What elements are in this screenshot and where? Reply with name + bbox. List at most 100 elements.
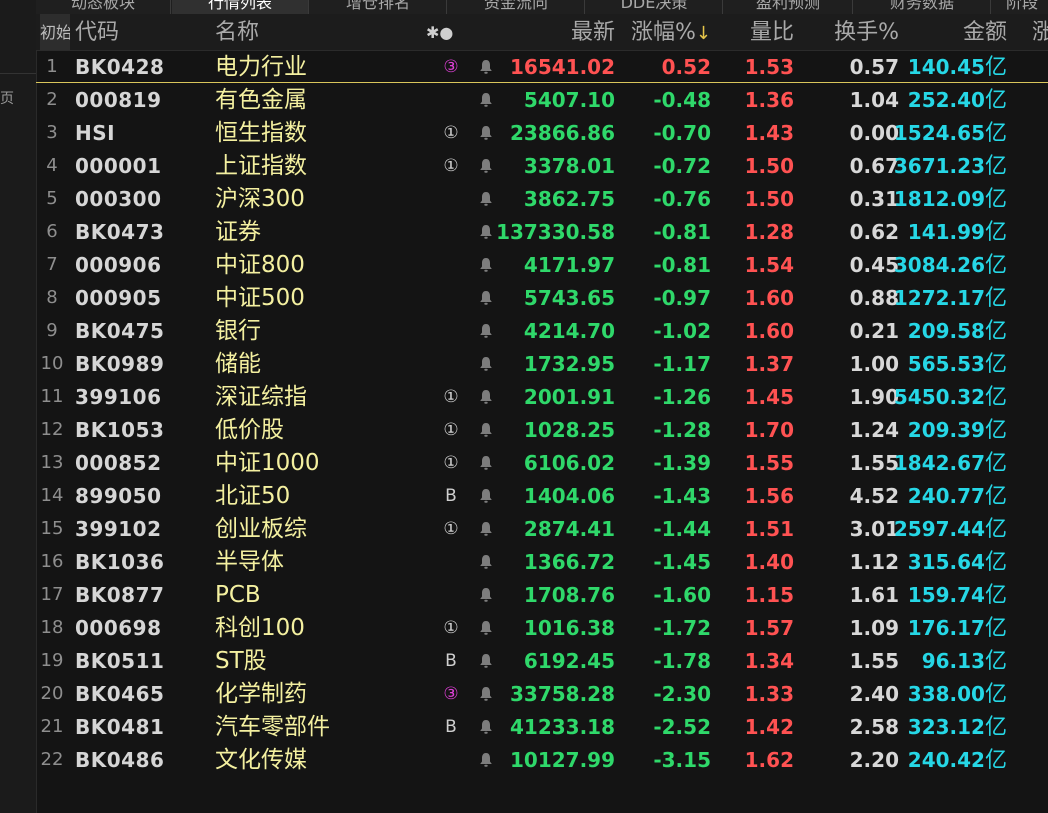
row-turnover: 2.20 [849,748,899,772]
table-row[interactable]: 14 899050 北证50 B 1404.06 -1.43 1.56 4.52… [36,479,1048,512]
header-change-label: 涨幅% [631,20,696,45]
header-amount[interactable]: 金额 [963,14,1007,50]
row-change: -1.28 [653,418,711,442]
row-turnover: 1.12 [849,550,899,574]
row-index: 2 [46,89,58,110]
row-turnover: 1.00 [849,352,899,376]
bell-icon[interactable] [474,182,498,215]
table-row[interactable]: 16 BK1036 半导体 1366.72 -1.45 1.40 1.12 31… [36,545,1048,578]
bell-icon[interactable] [474,446,498,479]
row-name: 银行 [215,318,261,344]
header-price[interactable]: 最新 [571,14,615,50]
bell-icon[interactable] [474,83,498,116]
header-volume-ratio[interactable]: 量比 [750,14,794,50]
row-volume-ratio: 1.45 [744,385,794,409]
bell-icon[interactable] [474,677,498,710]
row-change: -1.39 [653,451,711,475]
bell-icon[interactable] [474,479,498,512]
table-row[interactable]: 1 BK0428 电力行业 ③ 16541.02 0.52 1.53 0.57 … [36,50,1048,83]
row-price: 41233.18 [509,715,615,739]
table-row[interactable]: 3 HSI 恒生指数 ① 23866.86 -0.70 1.43 0.00 15… [36,116,1048,149]
table-row[interactable]: 9 BK0475 银行 4214.70 -1.02 1.60 0.21 209.… [36,314,1048,347]
header-extra[interactable]: 涨 [1032,14,1048,50]
row-index: 19 [40,650,64,671]
tab-position-rank[interactable]: 增仓排名 [310,0,447,14]
bell-icon[interactable] [474,512,498,545]
tab-dynamic-sectors[interactable]: 动态板块 [36,0,171,14]
tab-fund-flow[interactable]: 资金流向 [448,0,585,14]
table-row[interactable]: 8 000905 中证500 5743.65 -0.97 1.60 0.88 1… [36,281,1048,314]
row-amount-value: 1524.65 [893,121,985,145]
bell-icon[interactable] [474,149,498,182]
sidebar-label[interactable]: 页 [0,88,14,108]
bell-icon[interactable] [474,314,498,347]
bell-icon[interactable] [474,578,498,611]
bell-icon[interactable] [474,380,498,413]
row-amount: 565.53亿 [908,347,1007,380]
table-row[interactable]: 5 000300 沪深300 3862.75 -0.76 1.50 0.31 1… [36,182,1048,215]
table-row[interactable]: 19 BK0511 ST股 B 6192.45 -1.78 1.34 1.55 … [36,644,1048,677]
table-row[interactable]: 17 BK0877 PCB 1708.76 -1.60 1.15 1.61 15… [36,578,1048,611]
row-flag: B [445,486,457,506]
bell-icon[interactable] [474,743,498,776]
row-amount-unit: 亿 [984,286,1007,311]
table-row[interactable]: 11 399106 深证综指 ① 2001.91 -1.26 1.45 1.90… [36,380,1048,413]
row-code: BK0428 [75,55,165,79]
table-row[interactable]: 20 BK0465 化学制药 ③ 33758.28 -2.30 1.33 2.4… [36,677,1048,710]
table-row[interactable]: 7 000906 中证800 4171.97 -0.81 1.54 0.45 3… [36,248,1048,281]
bell-icon[interactable] [474,116,498,149]
row-amount: 159.74亿 [908,578,1007,611]
row-index: 10 [40,353,64,374]
row-price: 2874.41 [523,517,615,541]
tab-quote-list[interactable]: 行情列表 [172,0,309,14]
bell-icon[interactable] [474,248,498,281]
bell-icon[interactable] [474,347,498,380]
table-row[interactable]: 22 BK0486 文化传媒 10127.99 -3.15 1.62 2.20 … [36,743,1048,776]
header-turnover[interactable]: 换手% [834,14,899,50]
row-code: 899050 [75,484,162,508]
table-row[interactable]: 13 000852 中证1000 ① 6106.02 -1.39 1.55 1.… [36,446,1048,479]
row-amount-value: 1812.09 [893,187,985,211]
tab-financial-data[interactable]: 财务数据 [854,0,991,14]
table-row[interactable]: 10 BK0989 储能 1732.95 -1.17 1.37 1.00 565… [36,347,1048,380]
table-row[interactable]: 2 000819 有色金属 5407.10 -0.48 1.36 1.04 25… [36,83,1048,116]
header-change[interactable]: 涨幅%↓ [631,14,711,50]
table-row[interactable]: 6 BK0473 证券 137330.58 -0.81 1.28 0.62 14… [36,215,1048,248]
row-name: 证券 [215,219,261,245]
bell-icon[interactable] [474,611,498,644]
bell-icon[interactable] [474,50,498,83]
row-volume-ratio: 1.50 [744,154,794,178]
row-price: 10127.99 [509,748,615,772]
table-row[interactable]: 18 000698 科创100 ① 1016.38 -1.72 1.57 1.0… [36,611,1048,644]
table-row[interactable]: 12 BK1053 低价股 ① 1028.25 -1.28 1.70 1.24 … [36,413,1048,446]
row-volume-ratio: 1.70 [744,418,794,442]
table-row[interactable]: 15 399102 创业板综 ① 2874.41 -1.44 1.51 3.01… [36,512,1048,545]
tab-profit-forecast[interactable]: 盈利预测 [724,0,853,14]
header-initial[interactable]: 初始 [40,14,70,50]
header-code[interactable]: 代码 [75,14,119,50]
table-row[interactable]: 21 BK0481 汽车零部件 B 41233.18 -2.52 1.42 2.… [36,710,1048,743]
header-name[interactable]: 名称 [215,14,259,50]
row-index: 3 [46,122,58,143]
row-name: 深证综指 [215,384,307,410]
row-amount-value: 3084.26 [893,253,985,277]
row-index: 16 [40,551,64,572]
tab-stage[interactable]: 阶段 [992,0,1048,14]
tab-dde[interactable]: DDE决策 [586,0,723,14]
row-name: 电力行业 [215,54,307,80]
row-amount-unit: 亿 [984,319,1007,344]
bell-icon[interactable] [474,545,498,578]
row-name: 创业板综 [215,516,307,542]
row-flag: B [445,651,457,671]
row-index: 22 [40,749,64,770]
bell-icon[interactable] [474,215,498,248]
bell-icon[interactable] [474,281,498,314]
bell-icon[interactable] [474,413,498,446]
table-row[interactable]: 4 000001 上证指数 ① 3378.01 -0.72 1.50 0.67 … [36,149,1048,182]
bell-icon[interactable] [474,710,498,743]
bell-icon[interactable] [474,644,498,677]
row-amount: 140.45亿 [908,50,1007,83]
row-amount: 1842.67亿 [894,446,1007,479]
header-flag[interactable]: ✱● [426,14,453,50]
row-amount-unit: 亿 [984,352,1007,377]
